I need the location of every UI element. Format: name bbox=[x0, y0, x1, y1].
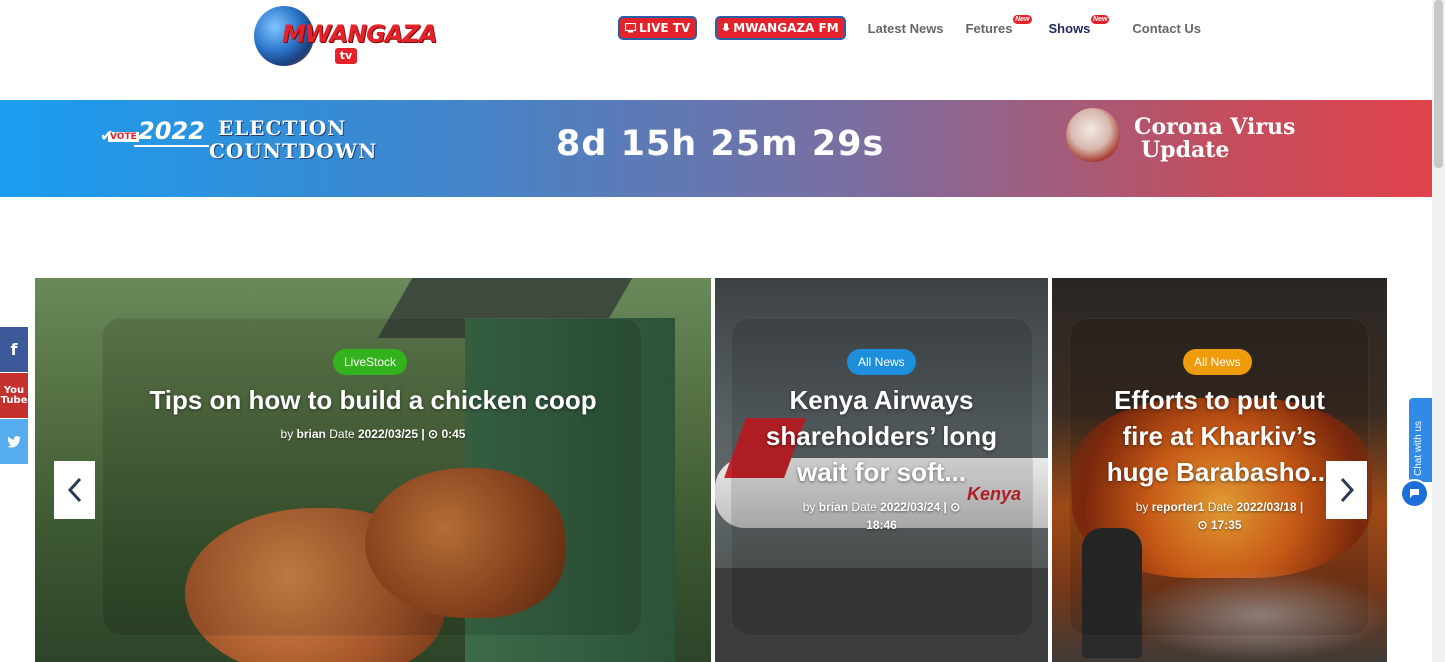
nav-shows[interactable]: Shows New bbox=[1048, 14, 1110, 36]
nav-latest-news[interactable]: Latest News bbox=[868, 21, 944, 36]
category-badge[interactable]: LiveStock bbox=[333, 349, 408, 375]
nav-fetures[interactable]: Fetures New bbox=[965, 14, 1032, 36]
slide-title-line: shareholders’ long bbox=[765, 421, 998, 451]
date-label: Date bbox=[851, 500, 877, 514]
by-label: by bbox=[802, 500, 816, 514]
nav-shows-label: Shows bbox=[1048, 20, 1091, 36]
clock-icon: ⊙ bbox=[428, 427, 439, 441]
nav-mwangaza-fm-button[interactable]: MWANGAZA FM bbox=[717, 18, 844, 38]
post-date: 2022/03/25 | bbox=[357, 427, 425, 441]
nav-contact-us[interactable]: Contact Us bbox=[1132, 21, 1201, 36]
slide-card[interactable]: LiveStock Tips on how to build a chicken… bbox=[35, 278, 711, 662]
by-label: by bbox=[1135, 500, 1149, 514]
slide-title[interactable]: Kenya Airways shareholders’ long wait fo… bbox=[725, 382, 1038, 490]
slider-prev-button[interactable] bbox=[54, 461, 95, 519]
slide-title[interactable]: Tips on how to build a chicken coop bbox=[75, 382, 671, 418]
slide-meta: by reporter1 Date 2022/03/18 | ⊙ 17:35 bbox=[1092, 498, 1347, 534]
chevron-left-icon bbox=[67, 477, 81, 503]
slide-card[interactable]: Kenya All News Kenya Airways shareholder… bbox=[715, 278, 1048, 662]
author-name[interactable]: brian bbox=[297, 427, 326, 441]
youtube-icon[interactable]: You Tube bbox=[0, 373, 28, 418]
corona-update-link-line2[interactable]: Update bbox=[1141, 137, 1229, 163]
author-name[interactable]: brian bbox=[819, 500, 848, 514]
news-slider: LiveStock Tips on how to build a chicken… bbox=[35, 278, 1387, 662]
clock-icon: ⊙ bbox=[950, 500, 961, 514]
slide-title-line: Efforts to put out bbox=[1114, 385, 1325, 415]
site-logo[interactable]: MWANGAZA tv bbox=[252, 6, 437, 68]
category-badge[interactable]: All News bbox=[1183, 349, 1252, 375]
post-time: 0:45 bbox=[441, 427, 466, 441]
countdown-label: COUNTDOWN bbox=[209, 139, 378, 163]
nav-live-tv-button[interactable]: LIVE TV bbox=[620, 18, 696, 38]
slide-title-line: wait for soft... bbox=[797, 457, 966, 487]
nav-live-tv-label: LIVE TV bbox=[639, 21, 691, 35]
page-scrollbar[interactable] bbox=[1432, 0, 1445, 662]
site-header: MWANGAZA tv LIVE TV MWANGAZA FM Latest N… bbox=[0, 0, 1432, 100]
nav-fetures-label: Fetures bbox=[965, 20, 1013, 36]
logo-tv-badge: tv bbox=[335, 48, 357, 64]
new-badge: New bbox=[1091, 14, 1110, 24]
mic-icon bbox=[722, 22, 730, 31]
facebook-icon[interactable]: f bbox=[0, 327, 28, 372]
election-label: ELECTION bbox=[218, 116, 347, 140]
clock-icon: ⊙ bbox=[1197, 518, 1208, 532]
tv-icon bbox=[625, 23, 636, 33]
election-year: 2022 bbox=[134, 117, 209, 147]
author-name[interactable]: reporter1 bbox=[1152, 500, 1205, 514]
category-badge[interactable]: All News bbox=[847, 349, 916, 375]
chat-label[interactable]: Chat with us bbox=[1413, 421, 1424, 476]
coronavirus-icon[interactable] bbox=[1066, 108, 1120, 162]
post-time: 18:46 bbox=[866, 518, 897, 532]
nav-fm-label: MWANGAZA FM bbox=[733, 21, 839, 35]
by-label: by bbox=[280, 427, 294, 441]
chevron-right-icon bbox=[1340, 477, 1354, 503]
date-label: Date bbox=[329, 427, 355, 441]
twitter-icon[interactable] bbox=[0, 419, 28, 464]
chat-icon[interactable] bbox=[1402, 481, 1427, 506]
main-nav: LIVE TV MWANGAZA FM Latest News Fetures … bbox=[620, 14, 1223, 38]
logo-wordmark: MWANGAZA bbox=[282, 20, 437, 48]
date-label: Date bbox=[1207, 500, 1234, 514]
new-badge: New bbox=[1013, 14, 1032, 24]
post-time: 17:35 bbox=[1210, 518, 1242, 532]
slide-meta: by brian Date 2022/03/24 | ⊙ 18:46 bbox=[755, 498, 1008, 534]
slide-title-line: Kenya Airways bbox=[789, 385, 974, 415]
slide-meta: by brian Date 2022/03/25 | ⊙ 0:45 bbox=[135, 425, 611, 443]
scrollbar-thumb[interactable] bbox=[1434, 0, 1443, 168]
post-date: 2022/03/18 | bbox=[1236, 500, 1304, 514]
post-date: 2022/03/24 | bbox=[880, 500, 947, 514]
slider-next-button[interactable] bbox=[1326, 461, 1367, 519]
election-countdown-timer: 8d 15h 25m 29s bbox=[556, 124, 885, 164]
slide-title-line: fire at Kharkiv’s bbox=[1122, 421, 1317, 451]
